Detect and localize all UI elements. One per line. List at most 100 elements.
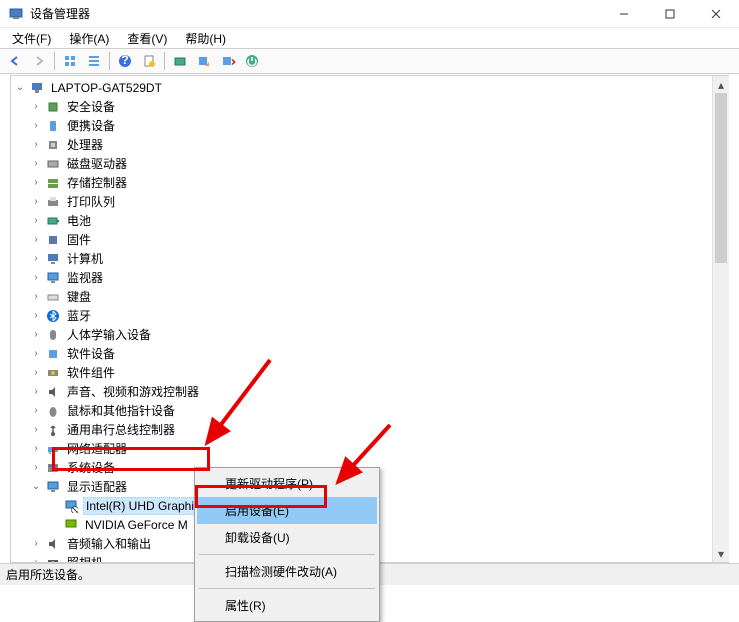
expand-icon[interactable]: ›: [29, 556, 43, 564]
display-icon: [45, 479, 61, 495]
category-label: 通用串行总线控制器: [65, 420, 177, 439]
ctx-separator: [199, 588, 375, 589]
expand-icon[interactable]: ›: [29, 176, 43, 190]
expand-icon[interactable]: ›: [29, 290, 43, 304]
category-label: 蓝牙: [65, 306, 93, 325]
ctx-update-driver[interactable]: 更新驱动程序(P): [197, 470, 377, 497]
menu-file[interactable]: 文件(F): [4, 28, 59, 49]
title-bar: 设备管理器: [0, 0, 739, 28]
category-node[interactable]: ›软件组件: [11, 363, 728, 382]
component-icon: [45, 365, 61, 381]
category-label: 电池: [65, 211, 93, 230]
category-node[interactable]: › 存储控制器: [11, 173, 728, 192]
category-node[interactable]: ›人体学输入设备: [11, 325, 728, 344]
window-controls: [601, 0, 739, 27]
category-node[interactable]: › 声音、视频和游戏控制器: [11, 382, 728, 401]
root-node[interactable]: ⌄ LAPTOP-GAT529DT: [11, 78, 728, 97]
computer-icon: [29, 80, 45, 96]
category-label: 系统设备: [65, 458, 117, 477]
scan-icon[interactable]: [169, 50, 191, 72]
vertical-scrollbar[interactable]: ▴ ▾: [712, 76, 729, 562]
category-node[interactable]: ›便携设备: [11, 116, 728, 135]
expand-icon[interactable]: ›: [29, 385, 43, 399]
enable-icon[interactable]: [241, 50, 263, 72]
expand-icon[interactable]: ›: [29, 404, 43, 418]
view-details-icon[interactable]: [83, 50, 105, 72]
expand-icon[interactable]: ›: [29, 271, 43, 285]
ctx-scan-hardware[interactable]: 扫描检测硬件改动(A): [197, 558, 377, 585]
category-node[interactable]: › 蓝牙: [11, 306, 728, 325]
monitor-icon: [45, 270, 61, 286]
security-icon: [45, 99, 61, 115]
expand-icon[interactable]: ›: [29, 157, 43, 171]
category-label: 监视器: [65, 268, 105, 287]
expand-icon[interactable]: ›: [29, 195, 43, 209]
properties-icon[interactable]: [138, 50, 160, 72]
category-node[interactable]: ›键盘: [11, 287, 728, 306]
category-node[interactable]: ›软件设备: [11, 344, 728, 363]
back-button[interactable]: [4, 50, 26, 72]
ctx-properties[interactable]: 属性(R): [197, 592, 377, 619]
expand-icon[interactable]: ›: [29, 138, 43, 152]
category-label: 音频输入和输出: [65, 534, 153, 553]
expand-icon[interactable]: ›: [29, 461, 43, 475]
category-node[interactable]: ›固件: [11, 230, 728, 249]
toolbar-separator: [164, 52, 165, 70]
scroll-thumb[interactable]: [715, 93, 727, 263]
category-node[interactable]: › 处理器: [11, 135, 728, 154]
category-node[interactable]: ›安全设备: [11, 97, 728, 116]
expand-icon[interactable]: ›: [29, 442, 43, 456]
menu-action[interactable]: 操作(A): [61, 28, 117, 49]
expand-icon[interactable]: ›: [29, 119, 43, 133]
minimize-button[interactable]: [601, 0, 647, 28]
maximize-button[interactable]: [647, 0, 693, 28]
category-label: 声音、视频和游戏控制器: [65, 382, 201, 401]
uninstall-icon[interactable]: ×: [217, 50, 239, 72]
display-icon: [63, 517, 79, 533]
view-icon[interactable]: [59, 50, 81, 72]
storage-ctrl-icon: [45, 175, 61, 191]
category-label: 打印队列: [65, 192, 117, 211]
category-node[interactable]: ›计算机: [11, 249, 728, 268]
expand-icon[interactable]: ›: [29, 252, 43, 266]
collapse-icon[interactable]: ⌄: [29, 480, 43, 494]
scroll-down-icon[interactable]: ▾: [713, 545, 729, 562]
menu-view[interactable]: 查看(V): [119, 28, 175, 49]
keyboard-icon: [45, 289, 61, 305]
printer-icon: [45, 194, 61, 210]
close-button[interactable]: [693, 0, 739, 28]
category-node[interactable]: › 电池: [11, 211, 728, 230]
ctx-enable-device[interactable]: 启用设备(E): [197, 497, 377, 524]
expand-icon[interactable]: ›: [29, 347, 43, 361]
toolbar: ? ×: [0, 48, 739, 74]
help-icon[interactable]: ?: [114, 50, 136, 72]
category-node[interactable]: › 监视器: [11, 268, 728, 287]
update-driver-icon[interactable]: [193, 50, 215, 72]
category-node[interactable]: › 打印队列: [11, 192, 728, 211]
scroll-up-icon[interactable]: ▴: [713, 76, 729, 93]
audio-icon: [45, 536, 61, 552]
expand-icon[interactable]: ›: [29, 309, 43, 323]
menu-help[interactable]: 帮助(H): [177, 28, 234, 49]
category-node[interactable]: › 通用串行总线控制器: [11, 420, 728, 439]
expand-icon[interactable]: ›: [29, 328, 43, 342]
expand-icon[interactable]: ›: [29, 423, 43, 437]
category-label: 存储控制器: [65, 173, 129, 192]
expand-icon[interactable]: ›: [29, 214, 43, 228]
category-node[interactable]: ›网络适配器: [11, 439, 728, 458]
expand-icon[interactable]: ›: [29, 366, 43, 380]
cpu-icon: [45, 137, 61, 153]
category-label: 显示适配器: [65, 477, 129, 496]
ctx-uninstall-device[interactable]: 卸载设备(U): [197, 524, 377, 551]
collapse-icon[interactable]: ⌄: [13, 81, 27, 95]
category-node[interactable]: ›磁盘驱动器: [11, 154, 728, 173]
category-node[interactable]: ›鼠标和其他指针设备: [11, 401, 728, 420]
toolbar-separator: [54, 52, 55, 70]
bluetooth-icon: [45, 308, 61, 324]
category-label: 处理器: [65, 135, 105, 154]
hid-icon: [45, 327, 61, 343]
forward-button[interactable]: [28, 50, 50, 72]
expand-icon[interactable]: ›: [29, 233, 43, 247]
expand-icon[interactable]: ›: [29, 100, 43, 114]
expand-icon[interactable]: ›: [29, 537, 43, 551]
